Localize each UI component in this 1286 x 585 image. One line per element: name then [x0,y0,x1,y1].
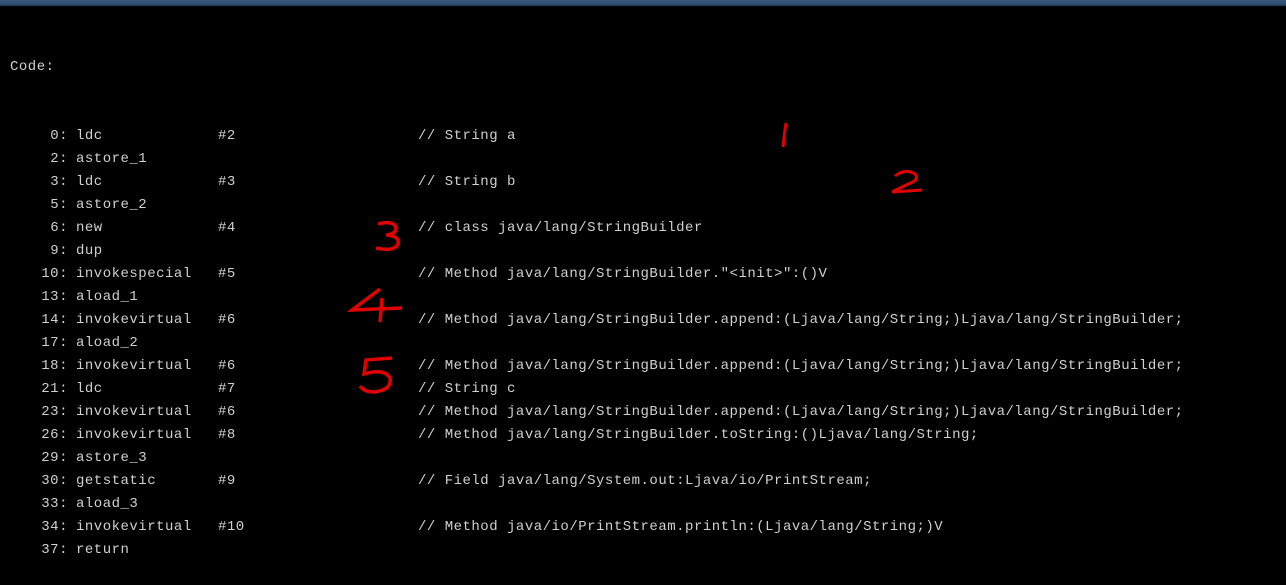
comment: // Method java/lang/StringBuilder.append… [418,401,1184,424]
offset: 26: [10,424,68,447]
instruction: ldc [68,171,218,194]
constpool-ref [218,493,418,516]
constpool-ref: #10 [218,516,418,539]
constpool-ref: #4 [218,217,418,240]
constpool-ref [218,194,418,217]
bytecode-line: 21:ldc#7// String c [10,378,1286,401]
comment: // class java/lang/StringBuilder [418,217,703,240]
bytecode-line: 30:getstatic#9// Field java/lang/System.… [10,470,1286,493]
constpool-ref: #9 [218,470,418,493]
offset: 18: [10,355,68,378]
constpool-ref: #2 [218,125,418,148]
offset: 29: [10,447,68,470]
bytecode-line: 23:invokevirtual#6// Method java/lang/St… [10,401,1286,424]
offset: 14: [10,309,68,332]
comment: // String c [418,378,516,401]
bytecode-line: 26:invokevirtual#8// Method java/lang/St… [10,424,1286,447]
instruction: invokespecial [68,263,218,286]
offset: 9: [10,240,68,263]
instruction: getstatic [68,470,218,493]
instruction: aload_2 [68,332,218,355]
bytecode-line: 34:invokevirtual#10// Method java/io/Pri… [10,516,1286,539]
offset: 23: [10,401,68,424]
instruction: new [68,217,218,240]
bytecode-line: 33:aload_3 [10,493,1286,516]
instruction: return [68,539,218,562]
offset: 34: [10,516,68,539]
bytecode-line: 5:astore_2 [10,194,1286,217]
instruction: dup [68,240,218,263]
constpool-ref [218,332,418,355]
code-header: Code: [10,56,1286,79]
comment: // String a [418,125,516,148]
bytecode-line: 0:ldc#2// String a [10,125,1286,148]
bytecode-line: 13:aload_1 [10,286,1286,309]
comment: // Method java/io/PrintStream.println:(L… [418,516,943,539]
bytecode-line: 6:new#4// class java/lang/StringBuilder [10,217,1286,240]
bytecode-line: 9:dup [10,240,1286,263]
offset: 21: [10,378,68,401]
constpool-ref: #6 [218,355,418,378]
offset: 0: [10,125,68,148]
offset: 10: [10,263,68,286]
offset: 37: [10,539,68,562]
constpool-ref: #3 [218,171,418,194]
bytecode-line: 14:invokevirtual#6// Method java/lang/St… [10,309,1286,332]
offset: 33: [10,493,68,516]
instruction: ldc [68,378,218,401]
instruction: invokevirtual [68,516,218,539]
constpool-ref: #5 [218,263,418,286]
constpool-ref: #8 [218,424,418,447]
comment: // Method java/lang/StringBuilder.toStri… [418,424,979,447]
constpool-ref [218,539,418,562]
comment: // Method java/lang/StringBuilder.append… [418,309,1184,332]
bytecode-line: 17:aload_2 [10,332,1286,355]
comment: // Method java/lang/StringBuilder.append… [418,355,1184,378]
bytecode-line: 18:invokevirtual#6// Method java/lang/St… [10,355,1286,378]
offset: 17: [10,332,68,355]
constpool-ref [218,447,418,470]
instruction: invokevirtual [68,401,218,424]
instruction: aload_1 [68,286,218,309]
instruction: aload_3 [68,493,218,516]
comment: // String b [418,171,516,194]
constpool-ref [218,240,418,263]
instruction: invokevirtual [68,424,218,447]
constpool-ref [218,286,418,309]
constpool-ref: #6 [218,401,418,424]
bytecode-line: 37:return [10,539,1286,562]
comment: // Method java/lang/StringBuilder."<init… [418,263,827,286]
instruction: astore_3 [68,447,218,470]
instruction: invokevirtual [68,355,218,378]
offset: 3: [10,171,68,194]
instruction: astore_2 [68,194,218,217]
offset: 30: [10,470,68,493]
bytecode-line: 2:astore_1 [10,148,1286,171]
bytecode-listing: Code: 0:ldc#2// String a2:astore_13:ldc#… [0,6,1286,585]
bytecode-line: 10:invokespecial#5// Method java/lang/St… [10,263,1286,286]
comment: // Field java/lang/System.out:Ljava/io/P… [418,470,872,493]
constpool-ref [218,148,418,171]
instruction: invokevirtual [68,309,218,332]
bytecode-line: 29:astore_3 [10,447,1286,470]
bytecode-line: 3:ldc#3// String b [10,171,1286,194]
constpool-ref: #6 [218,309,418,332]
offset: 2: [10,148,68,171]
instruction: astore_1 [68,148,218,171]
offset: 13: [10,286,68,309]
instruction: ldc [68,125,218,148]
constpool-ref: #7 [218,378,418,401]
offset: 6: [10,217,68,240]
offset: 5: [10,194,68,217]
